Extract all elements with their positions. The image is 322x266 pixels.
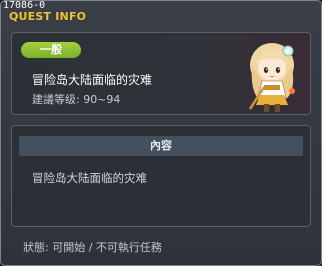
quest-info-window: 17086-0 QUEST INFO 一般 冒险岛大陆面临的灾难 建議等级: 9… — [0, 0, 322, 266]
window-title: QUEST INFO — [9, 10, 87, 23]
category-badge: 一般 — [21, 42, 81, 58]
npc-portrait-icon — [248, 43, 295, 112]
content-header: 內容 — [19, 136, 303, 156]
quest-content-panel: 內容 冒险岛大陆面临的灾难 — [11, 125, 311, 227]
quest-name: 冒险岛大陆面临的灾难 — [32, 73, 153, 87]
recommended-level: 建議等级: 90~94 — [32, 93, 121, 106]
content-text: 冒险岛大陆面临的灾难 — [32, 171, 147, 185]
quest-summary-panel: 一般 冒险岛大陆面临的灾难 建議等级: 90~94 — [11, 32, 311, 115]
quest-status: 狀態: 可開始 / 不可執行任務 — [23, 241, 162, 254]
